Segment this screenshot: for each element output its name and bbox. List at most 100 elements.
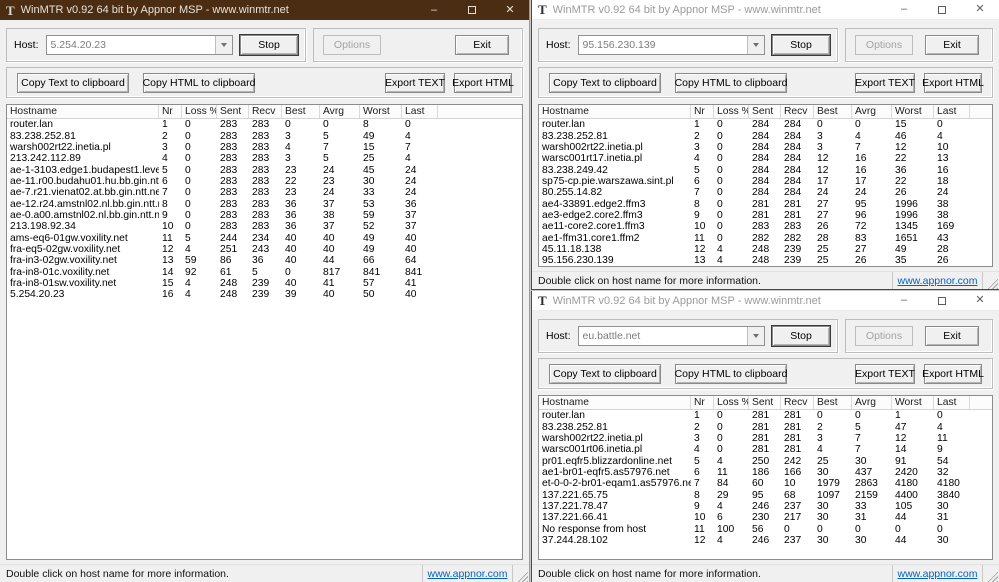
column-header-last[interactable]: Last <box>934 105 970 118</box>
copy-text-button[interactable]: Copy Text to clipboard <box>17 73 129 93</box>
table-row[interactable]: warsc001rt06.inetia.pl4028128147149 <box>539 444 992 455</box>
exit-button[interactable]: Exit <box>925 35 979 55</box>
column-header-last[interactable]: Last <box>934 396 970 409</box>
table-row[interactable]: 137.221.66.4110623021730314431 <box>539 512 992 523</box>
column-header-avrg[interactable]: Avrg <box>852 396 892 409</box>
exit-button[interactable]: Exit <box>925 326 979 346</box>
column-header-nr[interactable]: Nr <box>691 396 714 409</box>
resize-grip[interactable] <box>985 569 998 582</box>
column-header-loss[interactable]: Loss % <box>714 396 749 409</box>
table-row[interactable]: ae11-core2.core1.ffm31002832832672134516… <box>539 221 992 232</box>
table-row[interactable]: ae-0.a00.amstnl02.nl.bb.gin.ntt.net90283… <box>7 210 522 221</box>
copy-text-button[interactable]: Copy Text to clipboard <box>549 73 661 93</box>
table-row[interactable]: 5.254.20.2316424823939405040 <box>7 289 522 300</box>
minimize-button[interactable]: – <box>885 291 923 310</box>
table-row[interactable]: 45.11.18.13812424823925274928 <box>539 244 992 255</box>
table-row[interactable]: 83.238.249.425028428412163616 <box>539 164 992 175</box>
table-row[interactable]: router.lan102812810010 <box>539 410 992 421</box>
export-html-button[interactable]: Export HTML <box>454 73 512 93</box>
export-text-button[interactable]: Export TEXT <box>385 73 445 93</box>
table-row[interactable]: ae4-33891.edge2.ffm3802812812795199638 <box>539 198 992 209</box>
table-row[interactable]: 83.238.252.812028328335494 <box>7 130 522 141</box>
table-row[interactable]: warsc001rt17.inetia.pl4028428412162213 <box>539 153 992 164</box>
table-row[interactable]: ams-eq6-01gw.voxility.net115244234404049… <box>7 232 522 243</box>
column-header-sent[interactable]: Sent <box>217 105 249 118</box>
table-row[interactable]: fra-in8-01sw.voxility.net154248239404157… <box>7 278 522 289</box>
dropdown-arrow-icon[interactable] <box>747 36 764 54</box>
table-row[interactable]: No response from host111005600000 <box>539 523 992 534</box>
maximize-button[interactable] <box>923 0 961 19</box>
resize-grip[interactable] <box>985 276 998 289</box>
export-text-button[interactable]: Export TEXT <box>855 364 915 384</box>
column-header-sent[interactable]: Sent <box>749 396 781 409</box>
table-row[interactable]: 213.242.112.894028328335254 <box>7 153 522 164</box>
close-button[interactable]: ✕ <box>491 0 529 20</box>
appnor-link[interactable]: www.appnor.com <box>898 568 978 580</box>
copy-html-button[interactable]: Copy HTML to clipboard <box>143 73 255 93</box>
options-button[interactable]: Options <box>855 326 913 346</box>
copy-html-button[interactable]: Copy HTML to clipboard <box>675 73 787 93</box>
column-header-recv[interactable]: Recv <box>249 105 282 118</box>
table-row[interactable]: 137.221.65.7582995681097215944003840 <box>539 489 992 500</box>
export-html-button[interactable]: Export HTML <box>924 73 982 93</box>
host-combobox[interactable]: 95.156.230.139 <box>578 35 765 55</box>
column-header-best[interactable]: Best <box>814 396 852 409</box>
column-header-host[interactable]: Hostname <box>539 396 691 409</box>
exit-button[interactable]: Exit <box>455 35 509 55</box>
column-header-avrg[interactable]: Avrg <box>852 105 892 118</box>
titlebar[interactable]: T WinMTR v0.92 64 bit by Appnor MSP - ww… <box>532 291 999 311</box>
table-row[interactable]: 37.244.28.10212424623730304430 <box>539 535 992 546</box>
table-row[interactable]: ae1-br01-eqfr5.as57976.net61118616630437… <box>539 467 992 478</box>
dropdown-arrow-icon[interactable] <box>747 327 764 345</box>
table-row[interactable]: router.lan1028428400150 <box>539 119 992 130</box>
options-button[interactable]: Options <box>323 35 381 55</box>
table-row[interactable]: 213.198.92.3410028328336375237 <box>7 221 522 232</box>
column-header-best[interactable]: Best <box>814 105 852 118</box>
export-html-button[interactable]: Export HTML <box>924 364 982 384</box>
table-row[interactable]: ae-1-3103.edge1.budapest1.level3.net5028… <box>7 164 522 175</box>
table-row[interactable]: ae1-ffm31.core1.ffm21102822822883165143 <box>539 232 992 243</box>
copy-text-button[interactable]: Copy Text to clipboard <box>549 364 661 384</box>
resize-grip[interactable] <box>515 569 528 582</box>
options-button[interactable]: Options <box>855 35 913 55</box>
host-combobox[interactable]: eu.battle.net <box>578 326 765 346</box>
column-header-worst[interactable]: Worst <box>892 105 934 118</box>
close-button[interactable]: ✕ <box>961 0 999 19</box>
table-row[interactable]: fra-in8-01c.voxility.net1492615081784184… <box>7 266 522 277</box>
table-row[interactable]: ae-12.r24.amstnl02.nl.bb.gin.ntt.net8028… <box>7 198 522 209</box>
table-row[interactable]: ae-7.r21.vienat02.at.bb.gin.ntt.net70283… <box>7 187 522 198</box>
table-row[interactable]: sp75-cp.pie.warszawa.sint.pl602842841717… <box>539 176 992 187</box>
table-row[interactable]: router.lan102832830080 <box>7 119 522 130</box>
column-header-host[interactable]: Hostname <box>539 105 691 118</box>
column-header-best[interactable]: Best <box>282 105 320 118</box>
column-header-last[interactable]: Last <box>402 105 438 118</box>
stop-button[interactable]: Stop <box>772 326 830 346</box>
table-row[interactable]: pr01.eqfr5.blizzardonline.net54250242253… <box>539 455 992 466</box>
table-row[interactable]: et-0-0-2-br01-eqam1.as57976.net784601019… <box>539 478 992 489</box>
table-row[interactable]: 137.221.78.4794246237303310530 <box>539 501 992 512</box>
host-combobox[interactable]: 5.254.20.23 <box>46 35 233 55</box>
column-header-loss[interactable]: Loss % <box>714 105 749 118</box>
column-header-worst[interactable]: Worst <box>892 396 934 409</box>
copy-html-button[interactable]: Copy HTML to clipboard <box>675 364 787 384</box>
column-header-nr[interactable]: Nr <box>159 105 182 118</box>
close-button[interactable]: ✕ <box>961 291 999 310</box>
table-row[interactable]: fra-in3-02gw.voxility.net135986364044666… <box>7 255 522 266</box>
table-row[interactable]: warsh002rt22.inetia.pl30284284371210 <box>539 142 992 153</box>
table-row[interactable]: 83.238.252.812028128125474 <box>539 421 992 432</box>
column-header-recv[interactable]: Recv <box>781 105 814 118</box>
table-row[interactable]: ae3-edge2.core2.ffm3902812812796199638 <box>539 210 992 221</box>
titlebar[interactable]: T WinMTR v0.92 64 bit by Appnor MSP - ww… <box>532 0 999 20</box>
column-header-worst[interactable]: Worst <box>360 105 402 118</box>
column-header-loss[interactable]: Loss % <box>182 105 217 118</box>
export-text-button[interactable]: Export TEXT <box>855 73 915 93</box>
stop-button[interactable]: Stop <box>772 35 830 55</box>
table-row[interactable]: ae-11.r00.budahu01.hu.bb.gin.ntt.net6028… <box>7 176 522 187</box>
table-row[interactable]: 83.238.252.812028428434464 <box>539 130 992 141</box>
minimize-button[interactable]: – <box>885 0 923 19</box>
column-header-host[interactable]: Hostname <box>7 105 159 118</box>
maximize-button[interactable] <box>453 0 491 20</box>
titlebar[interactable]: T WinMTR v0.92 64 bit by Appnor MSP - ww… <box>0 0 529 20</box>
column-header-sent[interactable]: Sent <box>749 105 781 118</box>
table-row[interactable]: 95.156.230.13913424823925263526 <box>539 255 992 266</box>
